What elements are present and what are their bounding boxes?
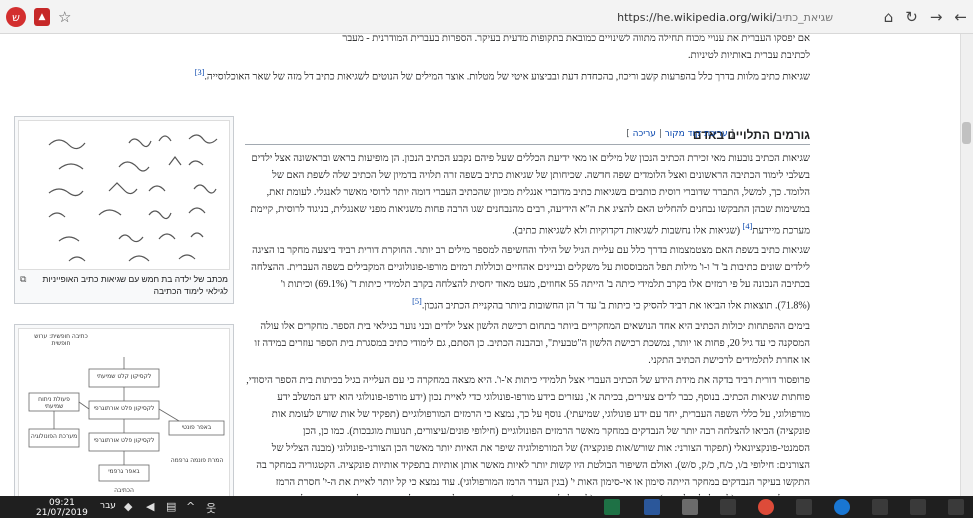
- calculator-icon[interactable]: [682, 499, 698, 515]
- ref-5[interactable]: [5]: [412, 297, 422, 306]
- pdf-icon[interactable]: ▲: [34, 8, 50, 26]
- diagram-label-3: פעולת ניתוח שמיעתי: [38, 396, 70, 410]
- spelling-model-diagram[interactable]: כתיבה חופשית: ערוש חופשית לקסיקון קלט שמ…: [18, 328, 230, 496]
- figure-diagram: כתיבה חופשית: ערוש חופשית לקסיקון קלט שמ…: [14, 324, 234, 496]
- speaker-icon[interactable]: ◀: [146, 500, 154, 513]
- diagram-label-8: המרת פונמה גרפמה: [170, 457, 224, 464]
- excel-icon[interactable]: [604, 499, 620, 515]
- paragraph-3: בימים ההפתחות יכולות הכתיב היא אחד הנושא…: [254, 321, 810, 366]
- diagram-label-7: באפר גרפמי: [108, 468, 140, 475]
- tray-chevron-icon[interactable]: ^: [186, 500, 195, 513]
- figure-letter-caption: ⧉ מכתב של ילדה בת חמש עם שגיאות כתיב האו…: [20, 273, 228, 296]
- diagram-label-5: לקסיקון פלט אורתוגרפי: [93, 437, 155, 444]
- paragraph-1: שגיאות הכתיב נובעות מאי זכירת הכתיב הנכו…: [250, 153, 811, 237]
- diagram-label-4: מערכת הפונולוגיה: [30, 433, 78, 440]
- paragraph-intro: שגיאות כתיב מלוות בדרך כלל בהפרעות קשב ו…: [194, 68, 810, 83]
- paragraph-2: שגיאות כתיב בשפת האם מצטמצמות בדרך כלל ע…: [251, 245, 810, 312]
- diagram-label-2: לקסיקון פלט אורתוגרפי: [93, 405, 155, 412]
- clock-date: 21/07/2019: [36, 508, 88, 518]
- handwritten-letter-image[interactable]: [18, 120, 230, 270]
- star-icon[interactable]: ☆: [58, 8, 71, 26]
- handwriting-icon: [48, 134, 218, 262]
- windows-start-icon[interactable]: [948, 499, 964, 515]
- heading-rule: [245, 144, 810, 145]
- browser-toolbar: ש ▲ ☆ https://he.wikipedia.org/wiki/שגיא…: [0, 0, 973, 34]
- back-icon[interactable]: ←: [954, 8, 967, 26]
- vertical-scrollbar[interactable]: [960, 34, 973, 496]
- search-icon[interactable]: [910, 499, 926, 515]
- paragraph-top: אם יפסקו העברית את ענויי מכוח תחילה מתוו…: [342, 34, 810, 61]
- task-view-icon[interactable]: [872, 499, 888, 515]
- ref-3[interactable]: [3]: [195, 68, 205, 77]
- diagram-label-0: כתיבה חופשית: ערוש חופשית: [34, 333, 88, 347]
- clock-time: 09:21: [48, 498, 75, 508]
- edit-source-link[interactable]: עריכת קוד מקור: [665, 129, 728, 139]
- network-icon[interactable]: ▤: [166, 500, 176, 513]
- chrome-icon[interactable]: [758, 499, 774, 515]
- edge-icon[interactable]: [834, 499, 850, 515]
- home-icon[interactable]: ⌂: [884, 8, 894, 26]
- language-indicator[interactable]: עבר: [100, 501, 116, 511]
- reload-icon[interactable]: ↻: [905, 8, 918, 26]
- taskbar-clock[interactable]: 09:21 21/07/2019: [36, 498, 88, 518]
- url-host: https://he.wikipedia.org/wiki/: [617, 11, 777, 24]
- windows-taskbar: 09:21 21/07/2019 עבר ◆ ◀ ▤ ^ 웃: [0, 496, 973, 518]
- magnify-icon[interactable]: ⧉: [20, 273, 26, 285]
- page-content: אם יפסקו העברית את ענויי מכוח תחילה מתוו…: [0, 34, 960, 496]
- scrollbar-thumb[interactable]: [962, 122, 971, 144]
- paragraph-4: פרופסור דורית רביד בדקה את מידת הידע של …: [246, 375, 810, 496]
- figure-letter: ⧉ מכתב של ילדה בת חמש עם שגיאות כתיב האו…: [14, 116, 234, 304]
- media-icon[interactable]: [720, 499, 736, 515]
- edit-links: [ עריכת קוד מקור | עריכה ]: [626, 129, 734, 139]
- edit-link[interactable]: עריכה: [633, 129, 656, 139]
- ref-4[interactable]: [4]: [743, 222, 753, 231]
- url-path: שגיאת_כתיב: [776, 11, 833, 24]
- dropbox-icon[interactable]: ◆: [124, 500, 132, 513]
- nav-buttons: ⌂ ↻ → ←: [884, 8, 967, 26]
- word-icon[interactable]: [644, 499, 660, 515]
- toolbar-left-icons: ש ▲ ☆: [6, 7, 71, 27]
- diagram-label-6: באפר פונטי: [181, 424, 212, 431]
- extension-icon[interactable]: ש: [6, 7, 26, 27]
- people-icon[interactable]: 웃: [206, 500, 216, 516]
- forward-icon[interactable]: →: [930, 8, 943, 26]
- diagram-label-9: הכתיבה: [114, 487, 134, 494]
- address-bar[interactable]: https://he.wikipedia.org/wiki/שגיאת_כתיב: [617, 11, 833, 24]
- diagram-label-1: לקסיקון קלט שמיעתי: [96, 373, 152, 380]
- app-icon[interactable]: [796, 499, 812, 515]
